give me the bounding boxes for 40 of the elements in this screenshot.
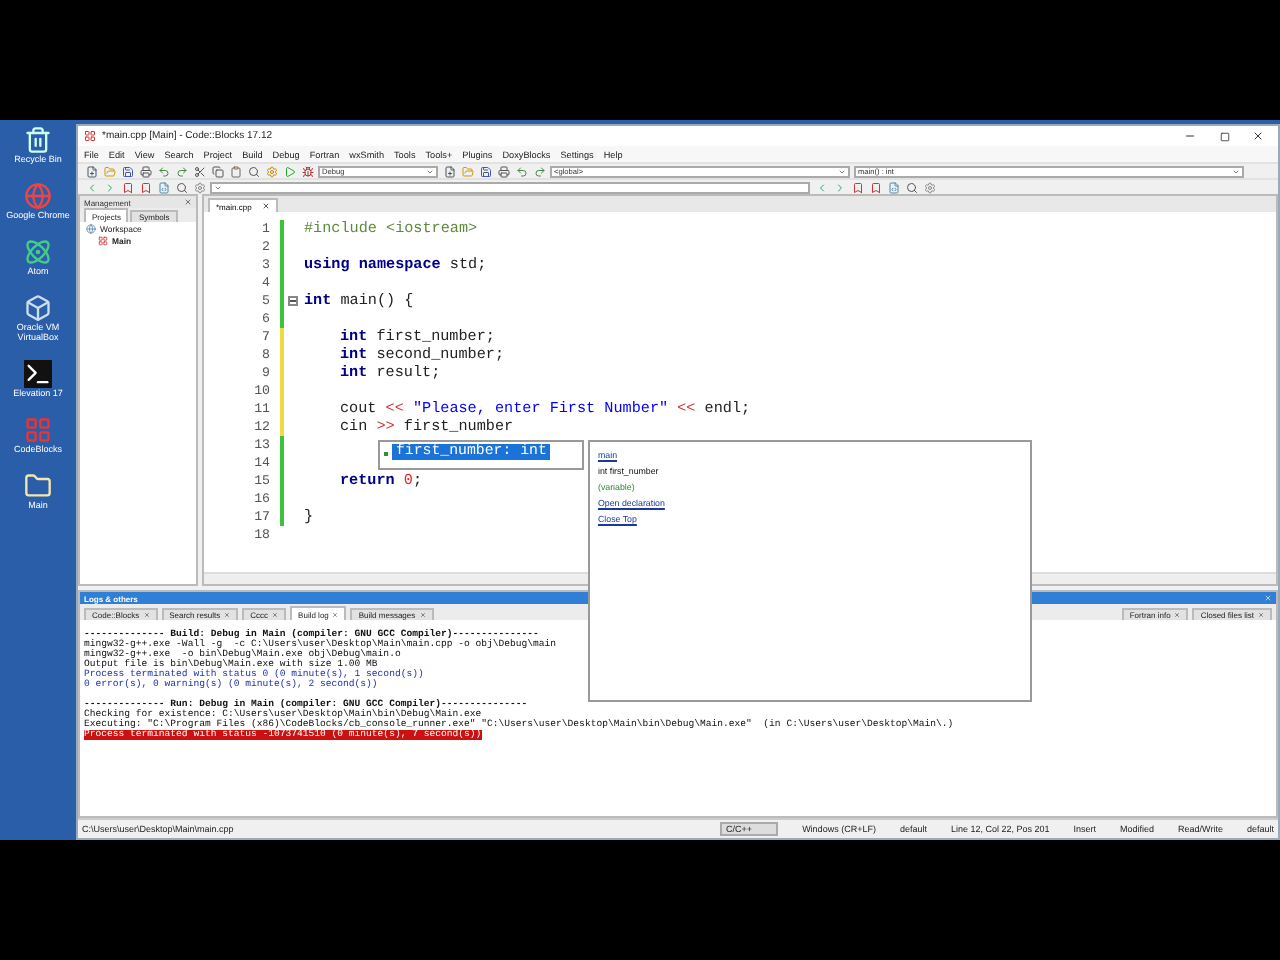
minimize-icon[interactable] (1184, 130, 1196, 142)
cube-icon (24, 293, 52, 322)
bookmark-icon[interactable] (850, 180, 864, 194)
printer-icon[interactable] (138, 164, 152, 178)
code-file-icon[interactable] (886, 180, 900, 194)
terminal-icon (24, 359, 52, 388)
atom-icon (24, 237, 52, 266)
close-icon[interactable] (1252, 130, 1264, 142)
folder-icon (24, 471, 52, 500)
search-icon[interactable] (246, 164, 260, 178)
settings-icon[interactable] (922, 180, 936, 194)
project-icon (98, 235, 108, 245)
printer-icon[interactable] (496, 164, 510, 178)
new-file-icon[interactable] (84, 164, 98, 178)
copy-icon[interactable] (210, 164, 224, 178)
bug-icon[interactable] (300, 164, 314, 178)
bookmark-icon[interactable] (138, 180, 152, 194)
blocks-icon (24, 415, 52, 444)
paste-icon[interactable] (228, 164, 242, 178)
app-icon (84, 130, 96, 142)
new-file-icon[interactable] (442, 164, 456, 178)
search-icon[interactable] (174, 180, 188, 194)
cut-icon[interactable] (192, 164, 206, 178)
globe-icon (24, 181, 52, 210)
undo-icon[interactable] (156, 164, 170, 178)
undo-icon[interactable] (514, 164, 528, 178)
bookmark-icon[interactable] (120, 180, 134, 194)
save-icon[interactable] (478, 164, 492, 178)
bookmark-icon[interactable] (868, 180, 882, 194)
workspace-icon (86, 223, 96, 233)
redo-icon[interactable] (532, 164, 546, 178)
settings-icon[interactable] (264, 164, 278, 178)
maximize-icon[interactable] (1219, 131, 1229, 141)
redo-icon[interactable] (174, 164, 188, 178)
run-icon[interactable] (282, 164, 296, 178)
save-icon[interactable] (120, 164, 134, 178)
search-field[interactable] (210, 181, 810, 193)
recycle-bin-icon (24, 126, 52, 154)
search-icon[interactable] (904, 180, 918, 194)
fold-toggle[interactable] (287, 296, 297, 306)
